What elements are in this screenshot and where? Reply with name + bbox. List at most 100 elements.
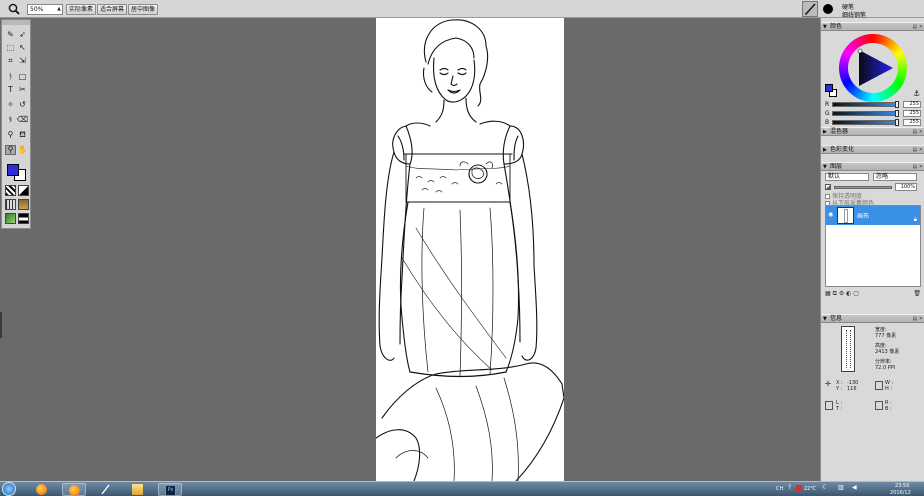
layer-name[interactable]: 画布 [857, 211, 869, 220]
collapse-triangle-icon[interactable]: ▼ [823, 315, 827, 323]
preserve-transparency-option[interactable]: 保持透明度 [825, 193, 862, 200]
panel-menu-icon[interactable]: ▤ ✕ [909, 147, 923, 153]
pen-tool-icon[interactable]: ᚬ [5, 72, 16, 82]
start-button[interactable] [2, 482, 16, 496]
red-track[interactable] [832, 102, 898, 107]
green-value[interactable]: 255 [903, 110, 921, 117]
mask-icon[interactable]: ◐ [846, 290, 851, 297]
y-value: 116 [847, 386, 857, 392]
color-wheel[interactable] [839, 34, 907, 102]
red-knob[interactable] [895, 101, 899, 108]
color-panel-header[interactable]: ▼ 颜色 ▤ ✕ [821, 22, 924, 31]
taskbar-painter-icon[interactable] [94, 483, 118, 496]
new-group-icon[interactable]: ⧉ [833, 290, 837, 297]
text-tool-icon[interactable]: T [5, 85, 16, 95]
weather-moon-icon[interactable]: ☾ [822, 484, 828, 491]
brush-variant-dot-icon[interactable] [823, 4, 833, 14]
main-color-swatch[interactable] [7, 164, 19, 176]
layers-panel-header[interactable]: ▼ 图层 ▤ ✕ [821, 162, 924, 171]
rect-select-tool-icon[interactable]: ⬚ [5, 43, 16, 53]
taskbar-explorer-icon[interactable] [126, 483, 150, 496]
nozzle-swatch-icon[interactable] [5, 213, 16, 224]
opacity-slider[interactable] [834, 186, 892, 189]
grabber-hand-icon[interactable]: ✋ [17, 145, 28, 155]
input-language-label[interactable]: CH [776, 486, 783, 492]
gradient-swatch-icon[interactable] [18, 185, 29, 196]
transform-tool-icon[interactable]: ⇲ [17, 56, 28, 66]
brush-tool-icon[interactable]: ✎ [5, 30, 16, 40]
red-slider[interactable]: R 255 [825, 101, 921, 108]
brush-category-button[interactable] [802, 1, 818, 17]
panel-menu-icon[interactable]: ▤ ✕ [909, 24, 923, 30]
collapse-triangle-icon[interactable]: ▼ [823, 23, 827, 31]
lasso-tool-icon[interactable]: ↖ [17, 43, 28, 53]
panel-menu-icon[interactable]: ▤ ✕ [909, 129, 923, 135]
paint-bucket-icon[interactable]: ⛾ [17, 130, 28, 140]
weave-swatch-icon[interactable] [18, 199, 29, 210]
panel-menu-icon[interactable]: ▤ ✕ [909, 316, 923, 322]
magic-wand-icon[interactable]: ✧ [5, 100, 16, 110]
tray-app-icon[interactable] [796, 485, 802, 492]
checkbox-icon[interactable] [825, 194, 830, 199]
actual-pixels-button[interactable]: 实际像素 [66, 4, 96, 15]
eraser-tool-icon[interactable]: ⌫ [17, 115, 28, 125]
zoom-spinner-icon[interactable]: ▲ [56, 5, 62, 14]
composite-depth-select[interactable]: 忽略 [873, 173, 917, 181]
composite-method-select[interactable]: 默认 [825, 173, 869, 181]
info-panel-title: 信息 [830, 315, 843, 322]
layer-adjust-icon[interactable]: ▦ [825, 290, 831, 297]
expand-triangle-icon[interactable]: ▶ [823, 146, 827, 154]
clock-time[interactable]: 23:50 [895, 483, 909, 489]
dynamic-plugin-icon[interactable]: ⚙ [839, 290, 844, 297]
saturation-triangle[interactable] [839, 34, 907, 102]
red-value[interactable]: 255 [903, 101, 921, 108]
blue-knob[interactable] [895, 119, 899, 126]
lock-icon[interactable]: 🔒︎ [914, 216, 917, 224]
magnifier-tool-icon[interactable]: ⚲ [5, 145, 16, 155]
green-track[interactable] [832, 111, 898, 116]
expand-triangle-icon[interactable]: ▶ [823, 128, 827, 136]
rectangle-shape-icon[interactable]: □ [17, 72, 28, 82]
center-image-button[interactable]: 居中图像 [128, 4, 158, 15]
drawing-canvas[interactable] [376, 18, 564, 481]
color-main-swatch[interactable] [825, 84, 833, 92]
delete-layer-icon[interactable]: 🗑︎ [913, 290, 921, 297]
taskbar-firefox-window-icon[interactable] [62, 483, 86, 496]
blue-track[interactable] [832, 120, 898, 125]
taskbar-photoshop-icon[interactable]: Ps [158, 483, 182, 496]
tray-help-icon[interactable]: ? [788, 485, 791, 491]
volume-icon[interactable]: ◀ [852, 485, 857, 491]
eyedropper-icon[interactable]: ⚲ [5, 130, 16, 140]
collapse-triangle-icon[interactable]: ▼ [823, 163, 827, 171]
pattern-swatch-icon[interactable] [5, 199, 16, 210]
layer-row-canvas[interactable]: ◉ 画布 🔒︎ [826, 206, 920, 225]
magnifier-icon[interactable] [7, 3, 21, 15]
eye-icon[interactable]: ◉ [828, 212, 834, 218]
dropper-tool-icon[interactable]: ➶ [17, 30, 28, 40]
clock-date[interactable]: 2016/12 [890, 490, 911, 496]
look-swatch-icon[interactable] [18, 213, 29, 224]
taskbar-firefox-icon[interactable] [30, 483, 54, 496]
info-panel-header[interactable]: ▼ 信息 ▤ ✕ [821, 314, 924, 323]
paper-texture-icon[interactable] [5, 185, 16, 196]
toolbox-title-bar[interactable] [2, 20, 30, 25]
crop-tool-icon[interactable]: ⌗ [5, 56, 16, 66]
color-variation-panel-header[interactable]: ▶ 色彩变化 ▤ ✕ [821, 145, 924, 154]
new-layer-icon[interactable]: ▢ [853, 290, 859, 297]
rotate-tool-icon[interactable]: ↺ [17, 100, 28, 110]
fit-screen-button[interactable]: 适合屏幕 [97, 4, 127, 15]
eyedropper-icon[interactable]: ⚓ [913, 90, 920, 98]
mixer-panel-header[interactable]: ▶ 混色器 ▤ ✕ [821, 127, 924, 136]
green-knob[interactable] [895, 110, 899, 117]
bounds-right-icon [875, 401, 883, 410]
panel-menu-icon[interactable]: ▤ ✕ [909, 164, 923, 170]
shape-select-icon[interactable]: ✂ [17, 85, 28, 95]
blue-slider[interactable]: B 255 [825, 119, 921, 126]
layer-list[interactable]: ◉ 画布 🔒︎ [825, 205, 921, 287]
green-slider[interactable]: G 255 [825, 110, 921, 117]
network-icon[interactable]: ▥ [838, 485, 844, 491]
opacity-field[interactable]: 100% [895, 183, 917, 191]
y-label: Y : [836, 386, 843, 392]
cloner-tool-icon[interactable]: ⚕ [5, 115, 16, 125]
blue-value[interactable]: 255 [903, 119, 921, 126]
